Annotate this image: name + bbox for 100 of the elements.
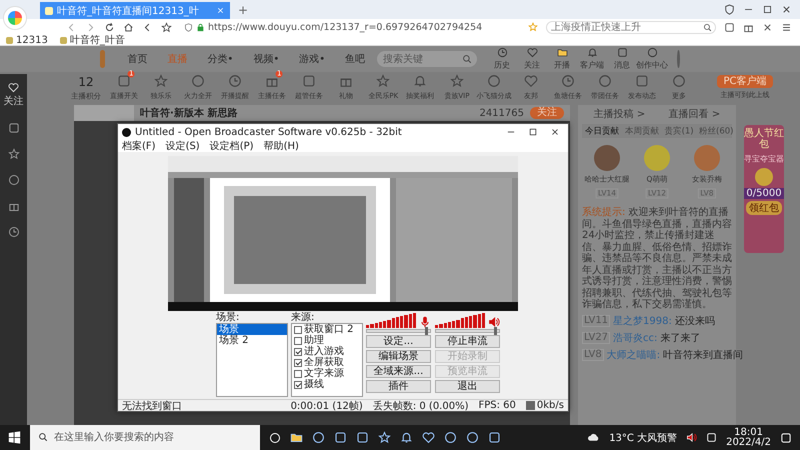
bell-icon[interactable] bbox=[400, 431, 413, 444]
star-icon[interactable] bbox=[528, 22, 538, 32]
header-link[interactable]: 客户端 bbox=[579, 46, 606, 72]
header-link[interactable]: 开播 bbox=[549, 46, 576, 72]
promo-banner[interactable]: 愚人节红包 寻宝夺宝器 0/5000 领红包 bbox=[744, 125, 784, 253]
obs-button[interactable]: 插件 bbox=[366, 380, 431, 393]
chat-username[interactable]: 大师之喵喵: bbox=[606, 348, 660, 362]
source-list[interactable]: 获取窗口 2 助理 进入游戏 全屏获取 文字来源 摄线 bbox=[291, 323, 363, 397]
obs-button[interactable]: 停止串流 bbox=[435, 335, 500, 348]
nav-link[interactable]: 鱼吧 bbox=[345, 52, 366, 66]
circle-icon[interactable] bbox=[444, 431, 457, 444]
star-icon[interactable] bbox=[161, 22, 172, 32]
square-icon[interactable] bbox=[334, 431, 347, 444]
nav-link[interactable]: 游戏• bbox=[299, 52, 326, 66]
volume-slider[interactable] bbox=[366, 329, 431, 333]
browser-tab[interactable]: 叶音符_叶音符直播间12313_叶 bbox=[40, 2, 230, 19]
square-icon bbox=[302, 74, 316, 88]
taskbar-search-field[interactable]: 在这里输入你要搜索的内容 bbox=[30, 425, 260, 450]
obs-button[interactable]: 设定... bbox=[366, 335, 431, 348]
browser-logo-icon[interactable] bbox=[4, 6, 26, 28]
header-link[interactable]: 消息 bbox=[609, 46, 636, 72]
square-icon[interactable] bbox=[724, 22, 735, 32]
circle-icon[interactable] bbox=[466, 431, 479, 444]
nav-link[interactable]: 分类• bbox=[207, 52, 234, 66]
menu-item[interactable]: 帮助(H) bbox=[264, 139, 299, 153]
scene-item[interactable]: 场景 2 bbox=[217, 335, 287, 346]
cloud-icon[interactable] bbox=[587, 431, 600, 444]
windows-icon[interactable] bbox=[8, 431, 21, 444]
circle-icon[interactable] bbox=[312, 431, 325, 444]
site-search-field[interactable]: 搜索关键 bbox=[377, 51, 478, 67]
source-name: 文字来源 bbox=[304, 368, 344, 379]
obs-button[interactable]: 编辑场景 bbox=[366, 350, 431, 363]
panel-tab[interactable]: 今日贡献 bbox=[585, 125, 619, 137]
browser-search-field[interactable]: 上海疫情正快速上升 bbox=[546, 20, 716, 34]
chat-username[interactable]: 浩哥炎cc: bbox=[613, 330, 658, 344]
circle-icon bbox=[672, 74, 686, 88]
checkbox[interactable] bbox=[294, 370, 302, 378]
home-icon[interactable] bbox=[123, 22, 134, 32]
folder-icon[interactable] bbox=[290, 431, 303, 444]
claim-button[interactable]: 领红包 bbox=[746, 201, 782, 215]
follow-button[interactable]: 关注 bbox=[530, 107, 564, 119]
header-link[interactable]: 历史 bbox=[489, 46, 516, 72]
chat-username[interactable]: 星之梦1998: bbox=[613, 314, 672, 328]
source-name: 摄线 bbox=[304, 379, 324, 390]
taskbar-clock[interactable]: 18:01 2022/4/2 bbox=[726, 428, 771, 448]
menu-item[interactable]: 设定(S) bbox=[166, 139, 200, 153]
heart-icon bbox=[524, 74, 538, 88]
panel-tab[interactable]: 粉丝(60) bbox=[699, 125, 734, 137]
bookmark-link[interactable]: 12313 bbox=[6, 34, 48, 46]
nav-link[interactable]: 视频• bbox=[253, 52, 280, 66]
checkbox[interactable] bbox=[294, 336, 302, 344]
nav-link[interactable]: 首页 bbox=[127, 52, 148, 66]
square-icon[interactable] bbox=[488, 431, 501, 444]
maximize-icon[interactable] bbox=[762, 4, 773, 15]
obs-button[interactable]: 退出 bbox=[435, 380, 500, 393]
menu-icon[interactable] bbox=[781, 22, 792, 32]
sidebar-item[interactable]: 关注 bbox=[4, 82, 24, 108]
status-message: 无法找到窗口 bbox=[122, 400, 182, 412]
panel-link[interactable]: 直播回看 > bbox=[668, 107, 720, 121]
checkbox[interactable] bbox=[294, 358, 302, 366]
maximize-icon[interactable] bbox=[528, 127, 538, 137]
panel-tab[interactable]: 贵宾(1) bbox=[664, 125, 694, 137]
mic-icon[interactable] bbox=[419, 316, 431, 328]
heart-icon[interactable] bbox=[422, 431, 435, 444]
volume-slider[interactable] bbox=[435, 329, 500, 333]
search-icon bbox=[462, 54, 472, 64]
checkbox[interactable] bbox=[294, 326, 302, 334]
clock-icon bbox=[561, 74, 575, 88]
close-icon[interactable] bbox=[550, 127, 560, 137]
square-icon[interactable] bbox=[356, 431, 369, 444]
checkbox[interactable] bbox=[294, 380, 302, 388]
volume-meter-drawing bbox=[435, 312, 485, 328]
lock-icon bbox=[196, 22, 205, 32]
shield-icon[interactable] bbox=[724, 4, 735, 15]
bookmark-link[interactable]: 叶音符_叶音 bbox=[60, 33, 125, 47]
scene-item[interactable]: 场景 bbox=[217, 324, 287, 335]
volume-meter-drawing bbox=[366, 312, 416, 328]
address-field[interactable]: https://www.douyu.com/123137_r=0.6979264702794254 bbox=[180, 20, 520, 34]
close-icon[interactable] bbox=[762, 22, 773, 32]
stream-time: 0:00:01 (12帧) bbox=[290, 400, 363, 412]
star-icon bbox=[376, 74, 390, 88]
header-link[interactable]: 关注 bbox=[519, 46, 546, 72]
scene-list[interactable]: 场景 场景 2 bbox=[216, 323, 288, 397]
panel-tab[interactable]: 本周贡献 bbox=[625, 125, 659, 137]
new-tab-button[interactable]: + bbox=[238, 2, 248, 16]
weather-text[interactable]: 13°C 大风预警 bbox=[609, 430, 678, 444]
stream-title: 叶音符·新版本 新思路 bbox=[140, 106, 238, 120]
reload-icon[interactable] bbox=[104, 22, 115, 32]
panel-link[interactable]: 主播投稿 > bbox=[594, 107, 646, 121]
checkbox[interactable] bbox=[294, 348, 302, 356]
star-icon[interactable] bbox=[8, 148, 20, 160]
speaker-icon[interactable] bbox=[686, 432, 698, 443]
menu-item[interactable]: 设定档(P) bbox=[210, 139, 254, 153]
obs-button[interactable]: 全域来源... bbox=[366, 365, 431, 378]
clock-icon[interactable] bbox=[8, 226, 20, 238]
pc-client-button[interactable]: PC客户端 bbox=[717, 75, 772, 88]
coin-icon bbox=[755, 168, 773, 186]
close-icon[interactable] bbox=[781, 4, 792, 15]
menu-item[interactable]: 档案(F) bbox=[122, 139, 156, 153]
list-label: 场景: bbox=[216, 312, 240, 323]
